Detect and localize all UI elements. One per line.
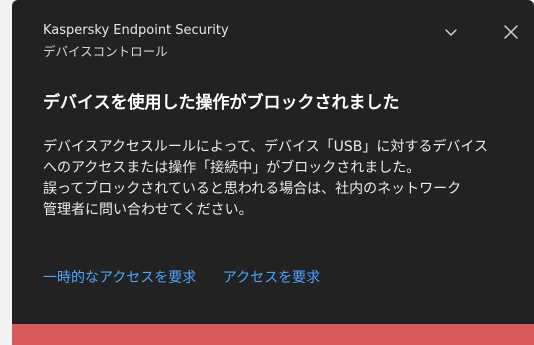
request-access-link[interactable]: アクセスを要求 [223, 268, 320, 288]
collapse-button[interactable] [441, 22, 461, 42]
chevron-down-icon [445, 29, 457, 36]
close-icon [504, 25, 518, 39]
notification-panel: Kaspersky Endpoint Security デバイスコントロール デ… [12, 0, 534, 345]
action-links: 一時的なアクセスを要求 アクセスを要求 [43, 268, 320, 288]
component-subtitle: デバイスコントロール [43, 44, 168, 59]
close-button[interactable] [501, 22, 521, 42]
body-line: 管理者に問い合わせてください。 [43, 202, 253, 218]
notification-body: デバイスアクセスルールによって、デバイス「USB」に対するデバイス へのアクセス… [43, 137, 518, 221]
notification-headline: デバイスを使用した操作がブロックされました [43, 93, 400, 113]
status-bar [12, 324, 534, 345]
body-line: 誤ってブロックされていると思われる場合は、社内のネットワーク [43, 181, 462, 197]
request-temporary-access-link[interactable]: 一時的なアクセスを要求 [43, 268, 196, 288]
body-line: デバイスアクセスルールによって、デバイス「USB」に対するデバイス [43, 139, 488, 155]
body-line: へのアクセスまたは操作「接続中」がブロックされました。 [43, 160, 421, 176]
app-title: Kaspersky Endpoint Security [43, 23, 229, 38]
